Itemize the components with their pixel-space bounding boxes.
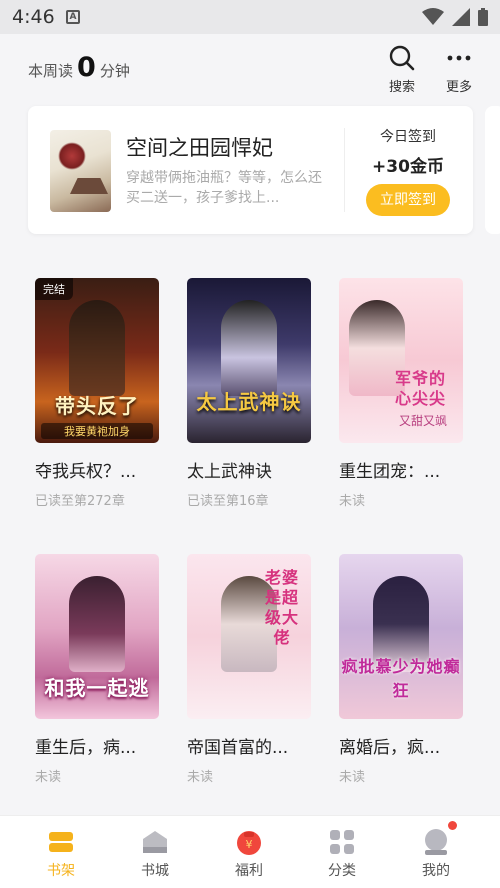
notification-dot — [448, 821, 457, 830]
status-time: 4:46 — [12, 6, 55, 28]
search-icon — [389, 45, 415, 71]
cover-title: 老婆是超级大佬 — [264, 568, 299, 647]
more-icon — [447, 55, 471, 61]
weekly-suffix: 分钟 — [99, 62, 130, 80]
reading-progress: 已读至第16章 — [187, 494, 269, 509]
book-item[interactable]: 和我一起逃 重生后，病... 未读 — [35, 554, 160, 785]
book-item[interactable]: 老婆是超级大佬 帝国首富的... 未读 — [187, 554, 312, 785]
book-title: 夺我兵权？... — [35, 462, 137, 482]
book-item[interactable]: 疯批慕少为她癫狂 离婚后，疯... 未读 — [339, 554, 464, 785]
checkin-reward: +30金币 — [372, 157, 444, 177]
reading-progress: 未读 — [187, 770, 214, 785]
search-button[interactable]: 搜索 — [380, 44, 424, 95]
next-card-peek[interactable] — [485, 106, 500, 234]
book-title: 太上武神诀 — [187, 462, 272, 482]
book-title: 重生团宠：... — [339, 462, 441, 482]
bookstore-icon — [141, 828, 169, 856]
book-item[interactable]: 军爷的心尖尖 又甜又飒 重生团宠：... 未读 — [339, 278, 464, 509]
featured-book-title: 空间之田园悍妃 — [126, 136, 273, 160]
book-cover: 太上武神诀 — [187, 278, 311, 443]
nav-label: 福利 — [235, 863, 263, 879]
reading-progress: 未读 — [339, 770, 366, 785]
more-label: 更多 — [445, 80, 472, 95]
cover-title: 和我一起逃 — [44, 676, 150, 700]
status-bar: 4:46 A — [0, 0, 500, 34]
book-cover: 和我一起逃 — [35, 554, 159, 719]
cover-title: 军爷的心尖尖 — [395, 369, 447, 408]
book-cover: 老婆是超级大佬 — [187, 554, 311, 719]
book-cover: 疯批慕少为她癫狂 — [339, 554, 463, 719]
cover-title: 疯批慕少为她癫狂 — [341, 657, 461, 700]
book-item[interactable]: 完结 带头反了 我要黄袍加身 夺我兵权？... 已读至第272章 — [35, 278, 160, 509]
book-cover: 军爷的心尖尖 又甜又飒 — [339, 278, 463, 443]
cover-title: 带头反了 — [55, 394, 139, 418]
checkin-button[interactable]: 立即签到 — [366, 184, 450, 216]
nav-category[interactable]: 分类 — [312, 828, 372, 880]
cover-title: 太上武神诀 — [196, 390, 302, 414]
weekly-prefix: 本周读 — [28, 62, 74, 80]
featured-book-description: 穿越带俩拖油瓶？等等，怎么还买二送一，孩子爹找上... — [126, 170, 322, 206]
nav-profile[interactable]: 我的 — [406, 828, 466, 880]
checkin-label: 今日签到 — [380, 129, 436, 145]
nav-label: 书城 — [141, 863, 169, 879]
reading-progress: 未读 — [35, 770, 62, 785]
nav-label: 我的 — [422, 863, 450, 879]
bottom-nav: 书架 书城 ¥ 福利 分类 我的 — [0, 815, 500, 888]
reading-progress: 未读 — [339, 494, 366, 509]
bookshelf-icon — [47, 828, 75, 856]
book-item[interactable]: 太上武神诀 太上武神诀 已读至第16章 — [187, 278, 312, 509]
weekly-minutes: 0 — [77, 52, 96, 83]
nav-bookshelf[interactable]: 书架 — [31, 828, 91, 880]
signal-icon — [452, 8, 470, 26]
header: 本周读 0 分钟 搜索 更多 — [0, 34, 500, 104]
nav-label: 分类 — [328, 863, 356, 879]
featured-book-cover — [50, 130, 111, 212]
nav-welfare[interactable]: ¥ 福利 — [219, 828, 279, 880]
notification-icon: A — [66, 10, 80, 24]
divider — [344, 128, 345, 212]
cover-subtitle: 又甜又飒 — [399, 414, 448, 428]
category-grid-icon — [328, 828, 356, 856]
reading-progress: 已读至第272章 — [35, 494, 125, 509]
red-envelope-icon: ¥ — [235, 828, 263, 856]
completed-badge: 完结 — [35, 278, 73, 300]
book-title: 重生后，病... — [35, 738, 137, 758]
book-cover: 完结 带头反了 我要黄袍加身 — [35, 278, 159, 443]
search-label: 搜索 — [388, 80, 415, 95]
status-icons — [422, 8, 488, 26]
book-title: 离婚后，疯... — [339, 738, 441, 758]
nav-bookstore[interactable]: 书城 — [125, 828, 185, 880]
weekly-reading-time: 本周读 0 分钟 — [28, 54, 130, 81]
book-title: 帝国首富的... — [187, 738, 289, 758]
battery-icon — [478, 8, 488, 26]
cover-subtitle: 我要黄袍加身 — [41, 423, 153, 439]
more-button[interactable]: 更多 — [437, 44, 481, 95]
profile-icon — [422, 828, 450, 856]
wifi-icon — [422, 8, 444, 25]
featured-book-card[interactable]: 空间之田园悍妃 穿越带俩拖油瓶？等等，怎么还买二送一，孩子爹找上... 今日签到… — [28, 106, 473, 234]
svg-text:¥: ¥ — [246, 838, 253, 851]
nav-label: 书架 — [47, 863, 75, 879]
